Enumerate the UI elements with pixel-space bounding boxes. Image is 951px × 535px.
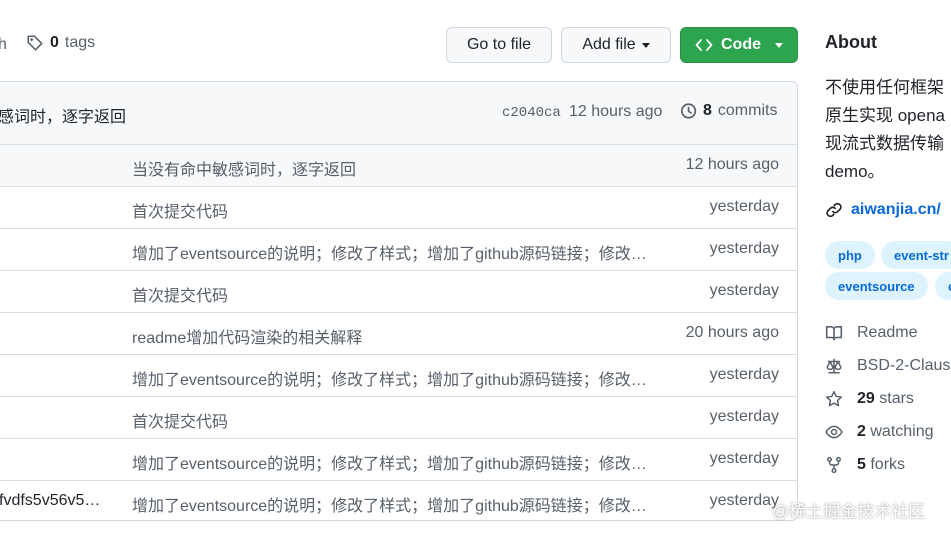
forks-count: 5: [857, 456, 866, 473]
file-commit-time: yesterday: [709, 282, 779, 299]
file-browser: 感词时，逐字返回 c2040ca 12 hours ago 8 commits …: [0, 81, 798, 521]
file-commit-message[interactable]: 增加了eventsource的说明；修改了样式；增加了github源码链接；修改…: [132, 492, 647, 516]
eye-icon: [825, 425, 843, 439]
file-commit-time: 12 hours ago: [685, 156, 779, 173]
file-row[interactable]: sfvdfs5v56v5… 增加了eventsource的说明；修改了样式；增加…: [0, 480, 797, 520]
stars-link[interactable]: 29 stars: [825, 390, 914, 408]
file-commit-time: yesterday: [709, 198, 779, 215]
file-row[interactable]: 首次提交代码 yesterday: [0, 396, 797, 438]
readme-label: Readme: [857, 324, 918, 341]
topic-tag[interactable]: php: [825, 241, 875, 269]
latest-commit-sha[interactable]: c2040ca: [502, 105, 561, 121]
file-commit-message[interactable]: readme增加代码渲染的相关解释: [132, 324, 362, 348]
tag-icon: [27, 35, 43, 51]
file-commit-time: yesterday: [709, 450, 779, 467]
file-commit-message[interactable]: 增加了eventsource的说明；修改了样式；增加了github源码链接；修改…: [132, 240, 647, 264]
law-icon: [826, 358, 842, 374]
file-commit-time: 20 hours ago: [685, 324, 779, 341]
file-commit-message[interactable]: 当没有命中敏感词时，逐字返回: [132, 156, 356, 180]
file-commit-time: yesterday: [709, 492, 779, 509]
description-line: 不使用任何框架: [825, 78, 944, 97]
add-file-label: Add file: [582, 36, 636, 53]
fork-icon: [826, 456, 842, 474]
commits-count: 8: [703, 102, 712, 119]
topic-tag[interactable]: event-str: [881, 241, 951, 269]
tags-count: 0: [50, 34, 59, 51]
file-row[interactable]: 当没有命中敏感词时，逐字返回 12 hours ago: [0, 144, 797, 186]
repo-description: 不使用任何框架 原生实现 opena 现流式数据传输 demo。: [825, 74, 951, 186]
file-row[interactable]: 增加了eventsource的说明；修改了样式；增加了github源码链接；修改…: [0, 438, 797, 480]
watching-link[interactable]: 2 watching: [825, 423, 934, 441]
forks-link[interactable]: 5 forks: [825, 456, 905, 474]
add-file-button[interactable]: Add file: [561, 27, 671, 63]
about-heading: About: [825, 32, 877, 52]
latest-commit-message[interactable]: 感词时，逐字返回: [0, 103, 126, 127]
file-commit-message[interactable]: 首次提交代码: [132, 282, 228, 306]
file-commit-time: yesterday: [709, 366, 779, 383]
branch-count-fragment[interactable]: h: [0, 36, 7, 54]
code-button[interactable]: Code: [680, 27, 798, 63]
file-commit-time: yesterday: [709, 240, 779, 257]
license-link[interactable]: BSD-2-Claus: [825, 357, 950, 375]
go-to-file-label: Go to file: [466, 36, 532, 53]
watermark: @稀土掘金技术社区: [772, 502, 926, 521]
topic-tag[interactable]: o: [935, 272, 951, 300]
watching-count: 2: [857, 423, 866, 440]
file-commit-message[interactable]: 增加了eventsource的说明；修改了样式；增加了github源码链接；修改…: [132, 450, 647, 474]
file-name[interactable]: sfvdfs5v56v5…: [0, 492, 100, 510]
book-icon: [825, 326, 843, 341]
commits-link[interactable]: 8 commits: [679, 102, 777, 120]
license-label: BSD-2-Claus: [857, 357, 951, 374]
file-row[interactable]: 首次提交代码 yesterday: [0, 186, 797, 228]
watching-label: watching: [870, 423, 934, 440]
file-row[interactable]: readme增加代码渲染的相关解释 20 hours ago: [0, 312, 797, 354]
description-line: demo。: [825, 162, 885, 181]
commits-label: commits: [717, 102, 778, 119]
file-commit-message[interactable]: 增加了eventsource的说明；修改了样式；增加了github源码链接；修改…: [132, 366, 647, 390]
website-link-label: aiwanjia.cn/: [851, 201, 941, 218]
tags-label: tags: [64, 34, 96, 51]
stars-label: stars: [879, 390, 914, 407]
topic-tag[interactable]: eventsource: [825, 272, 928, 300]
readme-link[interactable]: Readme: [825, 324, 917, 342]
code-chevron-down-icon: [775, 43, 783, 48]
history-icon: [680, 103, 697, 119]
file-row[interactable]: 增加了eventsource的说明；修改了样式；增加了github源码链接；修改…: [0, 354, 797, 396]
tags-link[interactable]: 0 tags: [26, 34, 95, 52]
chevron-down-icon: [641, 42, 650, 48]
file-row[interactable]: 增加了eventsource的说明；修改了样式；增加了github源码链接；修改…: [0, 228, 797, 270]
file-commit-time: yesterday: [709, 408, 779, 425]
file-commit-message[interactable]: 首次提交代码: [132, 408, 228, 432]
file-commit-message[interactable]: 首次提交代码: [132, 198, 228, 222]
code-icon: [695, 39, 713, 51]
latest-commit-bar: 感词时，逐字返回 c2040ca 12 hours ago 8 commits: [0, 82, 797, 145]
star-icon: [825, 390, 843, 407]
website-link[interactable]: aiwanjia.cn/: [825, 201, 941, 219]
latest-commit-time: 12 hours ago: [569, 103, 663, 120]
code-label: Code: [721, 36, 761, 53]
link-icon: [826, 202, 842, 218]
go-to-file-button[interactable]: Go to file: [446, 27, 552, 63]
description-line: 现流式数据传输: [825, 134, 944, 153]
description-line: 原生实现 opena: [825, 106, 945, 125]
forks-label: forks: [870, 456, 906, 473]
stars-count: 29: [857, 390, 875, 407]
file-row[interactable]: 首次提交代码 yesterday: [0, 270, 797, 312]
